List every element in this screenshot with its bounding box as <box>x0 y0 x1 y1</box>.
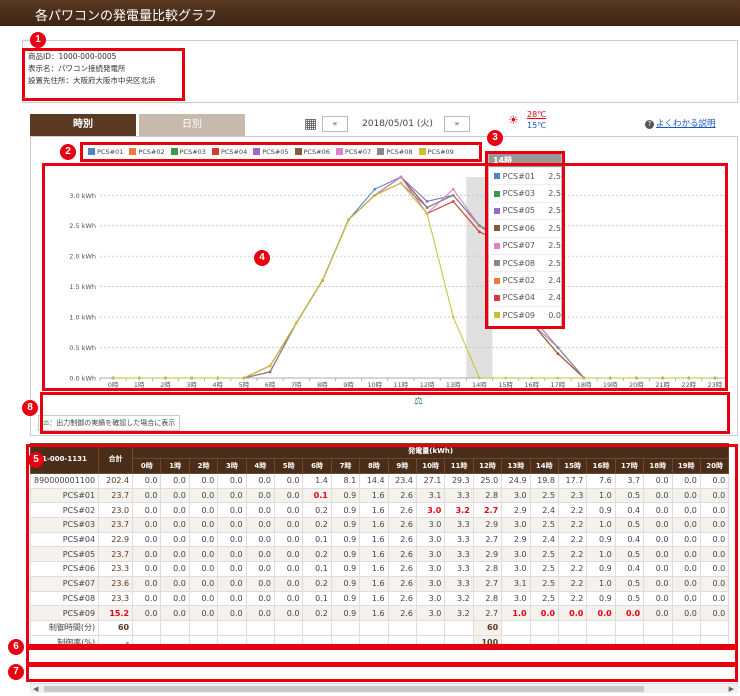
help-link[interactable]: ? よくわかる説明 <box>645 117 716 129</box>
tab-hourly[interactable]: 時別 <box>30 114 136 136</box>
annotation-box-1 <box>22 48 185 101</box>
annotation-box-4 <box>42 163 728 391</box>
scrollbar-thumb[interactable] <box>44 686 644 692</box>
prev-date-button[interactable]: « <box>322 116 348 132</box>
tab-daily[interactable]: 日別 <box>139 114 245 136</box>
annotation-badge-2: 2 <box>60 144 76 160</box>
annotation-box-8 <box>40 392 730 434</box>
temp-low: 15℃ <box>527 121 547 130</box>
next-date-button[interactable]: » <box>444 116 470 132</box>
annotation-badge-8: 8 <box>22 400 38 416</box>
annotation-badge-3: 3 <box>487 130 503 146</box>
horizontal-scrollbar[interactable]: ◀ ▶ <box>30 683 738 693</box>
annotation-badge-4: 4 <box>254 250 270 266</box>
annotation-box-2 <box>80 142 482 162</box>
sun-cloud-icon: ☀ <box>508 113 519 127</box>
page-title: 各パワコンの発電量比較グラフ <box>35 9 218 24</box>
annotation-badge-1: 1 <box>30 32 46 48</box>
question-icon: ? <box>645 120 654 129</box>
scroll-right-icon[interactable]: ▶ <box>729 684 734 694</box>
annotation-badge-7: 7 <box>8 664 24 680</box>
annotation-badge-5: 5 <box>28 452 44 468</box>
page-header: 各パワコンの発電量比較グラフ <box>0 0 740 26</box>
current-date: 2018/05/01 (火) <box>362 119 433 129</box>
temp-high: 28℃ <box>527 110 547 119</box>
scroll-left-icon[interactable]: ◀ <box>33 684 38 694</box>
annotation-badge-6: 6 <box>8 639 24 655</box>
annotation-box-7 <box>26 664 738 682</box>
annotation-box-6 <box>26 647 738 665</box>
annotation-box-5 <box>26 444 738 647</box>
help-link-label: よくわかる説明 <box>656 119 716 129</box>
calendar-icon[interactable]: ▦ <box>304 116 317 132</box>
